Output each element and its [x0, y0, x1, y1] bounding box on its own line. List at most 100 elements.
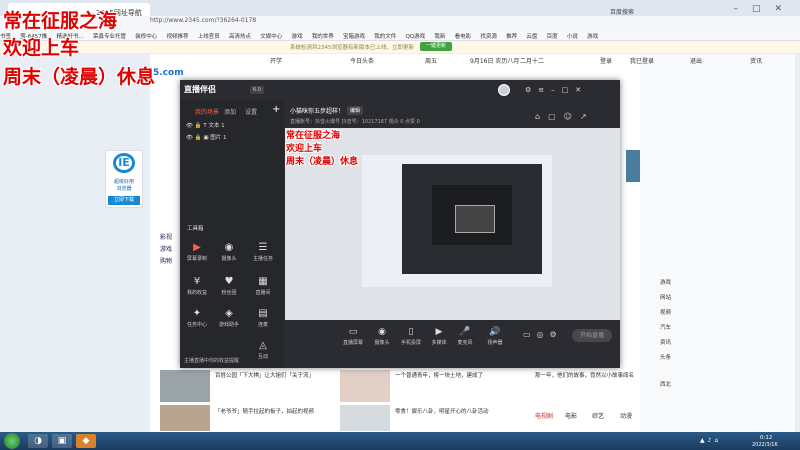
side-thumbnail[interactable]	[626, 150, 640, 182]
top-item[interactable]: 我已登录	[630, 56, 654, 65]
update-notice-text: 系统检测到2345浏览器有新版本已上线，立即更新	[290, 45, 414, 51]
news-thumbnail[interactable]	[340, 405, 390, 431]
address-bar[interactable]	[0, 16, 800, 30]
right-item[interactable]: 视频	[660, 308, 671, 316]
room-action-icons[interactable]: ⌂▢☺↗	[535, 112, 595, 121]
taskbar	[0, 432, 800, 450]
tool-task-center[interactable]: ✦ 任务中心	[184, 308, 210, 328]
tool-fans[interactable]: ♥ 粉丝团	[216, 276, 242, 296]
app-window-controls[interactable]: ⚙≡–□✕	[525, 86, 588, 94]
tool-interact[interactable]: ◬ 互动	[250, 340, 276, 360]
favorite-item[interactable]: 小说	[567, 32, 578, 40]
multimedia-button[interactable]: ▶ 多媒体	[426, 327, 452, 346]
live-app-version: 6.0	[250, 86, 264, 94]
right-item[interactable]: 资讯	[660, 338, 671, 346]
top-item[interactable]: 今日头条	[350, 56, 374, 65]
right-item[interactable]: 网站	[660, 293, 671, 301]
tool-game[interactable]: ◈ 游戏助手	[216, 308, 242, 328]
top-item[interactable]: 退出	[690, 56, 702, 65]
favorite-item[interactable]: 百度	[547, 32, 558, 40]
webpage-right	[640, 54, 795, 434]
taskbar-app-icon[interactable]: ◑	[28, 434, 48, 448]
bottom-tab[interactable]: 动漫	[620, 411, 632, 420]
ie-icon: IE	[113, 153, 135, 173]
tool-camera[interactable]: ◉ 摄像头	[216, 242, 242, 262]
bottom-tab[interactable]: 综艺	[592, 411, 604, 420]
favorite-item[interactable]: 装修中心	[135, 32, 157, 40]
news-item[interactable]: 「老爷爷」随手拉起的板子，拍起的视频	[215, 408, 330, 416]
top-item[interactable]: 资讯	[750, 56, 762, 65]
tool-screen-record[interactable]: ▶ 屏幕录制	[184, 242, 210, 262]
news-item[interactable]: 百姓公园「下大棋」让大姐们「关于流」	[215, 372, 330, 380]
room-edit-button[interactable]: 编辑	[347, 106, 364, 115]
tool-tasks[interactable]: ☰ 主播任务	[250, 242, 276, 262]
bottom-tab[interactable]: 电影	[565, 411, 577, 420]
speaker-button[interactable]: 🔊 扬声器	[482, 327, 508, 346]
favorite-item[interactable]: 视频推荐	[166, 32, 188, 40]
taskbar-time[interactable]: 0:12	[760, 435, 772, 441]
search-engine-box[interactable]: 百度搜索	[610, 7, 670, 19]
tool-income[interactable]: ¥ 我的收益	[184, 276, 210, 296]
favorite-item[interactable]: 游戏	[291, 32, 302, 40]
live-app-logo: 直播伴侣	[184, 85, 216, 94]
favorite-item[interactable]: 我的世界	[312, 32, 334, 40]
right-item[interactable]: 汽车	[660, 323, 671, 331]
microphone-button[interactable]: 🎤 麦克风	[452, 327, 478, 346]
news-thumbnail[interactable]	[340, 370, 390, 402]
source-item[interactable]: 👁 🔒 T 文本 1	[186, 121, 225, 129]
news-item[interactable]: 一个普通青年，将一块土地，建成了	[395, 372, 515, 380]
favorite-item[interactable]: 我新	[434, 32, 445, 40]
favorite-item[interactable]: 荣鑫专业托管	[93, 32, 126, 40]
top-item[interactable]: 周五	[425, 56, 437, 65]
window-controls[interactable]: –□✕	[733, 4, 796, 14]
top-item[interactable]: 开学	[270, 56, 282, 65]
taskbar-date[interactable]: 2022/3/16	[752, 442, 778, 448]
favorite-item[interactable]: 上线官员	[198, 32, 220, 40]
go-live-button[interactable]: 开始直播	[572, 329, 612, 342]
ie-download-button[interactable]: 立即下载	[108, 196, 140, 205]
source-label: 图片 1	[210, 135, 227, 141]
taskbar-app-icon[interactable]: ◆	[76, 434, 96, 448]
left-nav-item[interactable]: 游戏	[160, 244, 172, 253]
tab-scene[interactable]: 我的场景	[195, 107, 219, 116]
right-item[interactable]: 西北	[660, 380, 671, 388]
update-button[interactable]: 一键更新	[420, 42, 452, 51]
right-item[interactable]: 头条	[660, 353, 671, 361]
taskbar-app-icon[interactable]: ▣	[52, 434, 72, 448]
news-item[interactable]: 零食！娱乐八卦，明星开心的八卦活动	[395, 408, 515, 416]
favorite-item[interactable]: 文娱中心	[260, 32, 282, 40]
favorite-item[interactable]: 宝箱游戏	[343, 32, 365, 40]
source-item[interactable]: 👁 🔒 ▣ 图片 1	[186, 133, 227, 141]
url-text[interactable]: http://www.2345.com/?36264-0178	[150, 17, 256, 24]
system-tray[interactable]: ▲♪⌂	[700, 437, 721, 444]
start-button[interactable]	[4, 433, 20, 449]
favorite-item[interactable]: QQ游戏	[405, 32, 425, 40]
favorite-item[interactable]: 推荐	[506, 32, 517, 40]
tab-add[interactable]: 添加	[224, 107, 236, 116]
favorite-item[interactable]: 高清热点	[229, 32, 251, 40]
site-logo[interactable]: 5.com	[153, 68, 184, 78]
favorite-item[interactable]: 找资源	[480, 32, 497, 40]
favorite-item[interactable]: 云盘	[526, 32, 537, 40]
bottom-tab[interactable]: 电视剧	[535, 411, 553, 420]
favorite-item[interactable]: 我的文件	[374, 32, 396, 40]
left-nav-item[interactable]: 购物	[160, 256, 172, 265]
tab-settings[interactable]: 设置	[245, 107, 257, 116]
add-source-button[interactable]: +	[272, 104, 280, 115]
tool-room[interactable]: ▦ 直播间	[250, 276, 276, 296]
news-thumbnail[interactable]	[160, 370, 210, 402]
favorite-item[interactable]: 游戏	[587, 32, 598, 40]
favorite-item[interactable]: 看电影	[455, 32, 472, 40]
camera-button[interactable]: ◉ 摄像头	[369, 327, 395, 346]
ie-promo-line2: 浏览器	[116, 186, 132, 192]
avatar[interactable]	[498, 84, 510, 96]
phone-cast-button[interactable]: ▯ 手机投屏	[398, 327, 424, 346]
top-item[interactable]: 登录	[600, 56, 612, 65]
news-item[interactable]: 那一年，他们的故事，竟然以小故事闻名	[535, 372, 635, 380]
tool-link[interactable]: ▤ 连麦	[250, 308, 276, 328]
screen-capture-button[interactable]: ▭ 直播屏幕	[340, 327, 366, 346]
right-item[interactable]: 游戏	[660, 278, 671, 286]
news-thumbnail[interactable]	[160, 405, 210, 431]
bottom-right-icons[interactable]: ▭◎⚙	[523, 330, 563, 339]
left-nav-item[interactable]: 影视	[160, 232, 172, 241]
